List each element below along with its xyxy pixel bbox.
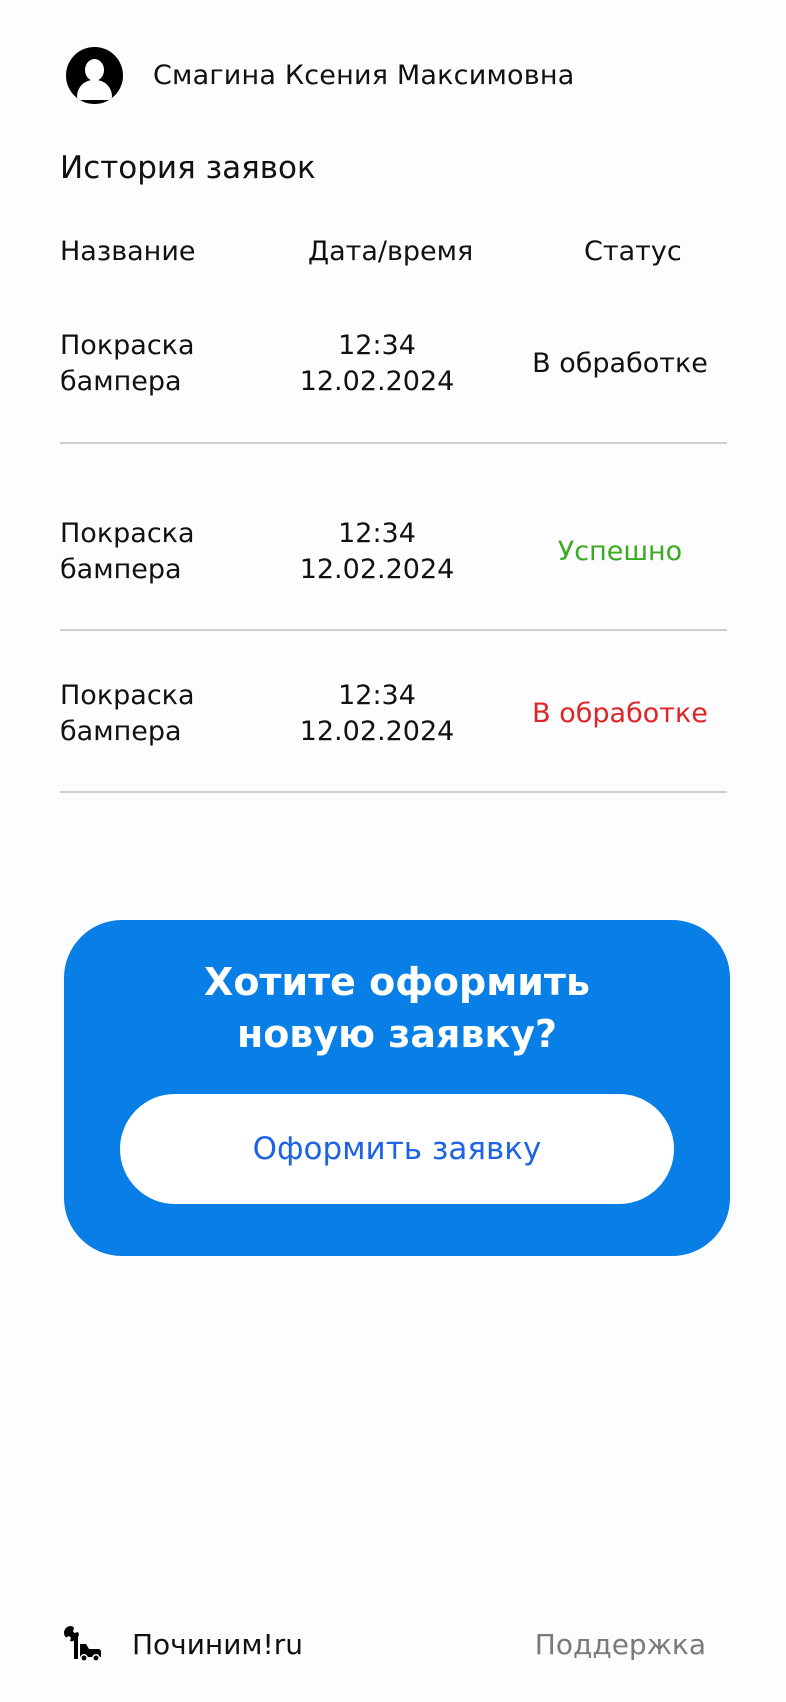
- column-header-status: Статус: [584, 236, 682, 267]
- request-name-line2: бампера: [60, 554, 182, 585]
- request-status: В обработке: [532, 698, 708, 729]
- history-title: История заявок: [60, 150, 316, 186]
- request-date: 12.02.2024: [299, 716, 455, 747]
- request-time: 12:34: [338, 330, 416, 361]
- new-request-prompt-line1: Хотите оформить: [204, 960, 590, 1004]
- new-request-card: Хотите оформить новую заявку? Оформить з…: [64, 920, 730, 1256]
- request-name-line1: Покраска: [60, 680, 195, 711]
- request-date: 12.02.2024: [299, 554, 455, 585]
- avatar-body-shape: [77, 79, 112, 100]
- request-status: В обработке: [532, 348, 708, 379]
- brand-name[interactable]: Починим!ru: [132, 1628, 303, 1661]
- request-time: 12:34: [338, 518, 416, 549]
- request-datetime: 12:34 12.02.2024: [288, 516, 466, 588]
- user-full-name: Смагина Ксения Максимовна: [153, 59, 575, 91]
- request-name-line1: Покраска: [60, 330, 195, 361]
- row-divider: [60, 791, 727, 793]
- request-name-line1: Покраска: [60, 518, 195, 549]
- create-request-button[interactable]: Оформить заявку: [120, 1094, 674, 1204]
- column-header-datetime: Дата/время: [308, 236, 474, 267]
- request-datetime: 12:34 12.02.2024: [288, 328, 466, 400]
- request-name: Покраска бампера: [60, 328, 195, 400]
- column-header-name: Название: [60, 236, 196, 267]
- request-datetime: 12:34 12.02.2024: [288, 678, 466, 750]
- footer: Починим!ru Поддержка: [62, 1620, 722, 1670]
- row-divider: [60, 629, 727, 631]
- new-request-prompt-line2: новую заявку?: [236, 1012, 558, 1056]
- avatar-head-shape: [85, 58, 104, 81]
- profile-header: Смагина Ксения Максимовна: [66, 46, 574, 104]
- request-status: Успешно: [557, 536, 683, 567]
- row-divider: [60, 442, 727, 444]
- new-request-prompt: Хотите оформить новую заявку?: [64, 956, 730, 1060]
- request-name: Покраска бампера: [60, 678, 195, 750]
- request-time: 12:34: [338, 680, 416, 711]
- request-name: Покраска бампера: [60, 516, 195, 588]
- request-name-line2: бампера: [60, 366, 182, 397]
- request-date: 12.02.2024: [299, 366, 455, 397]
- support-link[interactable]: Поддержка: [535, 1628, 706, 1661]
- wrench-car-icon: [64, 1626, 101, 1662]
- user-avatar-icon[interactable]: [66, 46, 123, 104]
- request-name-line2: бампера: [60, 716, 182, 747]
